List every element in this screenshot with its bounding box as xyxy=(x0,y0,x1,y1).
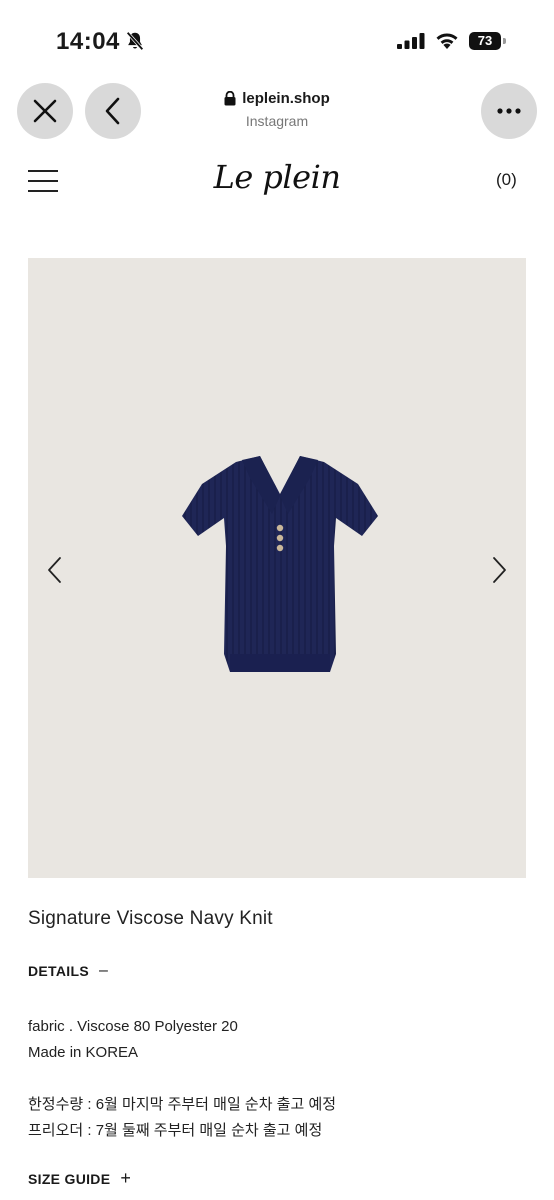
more-icon xyxy=(497,108,521,114)
signal-icon xyxy=(397,33,425,49)
chevron-right-icon[interactable] xyxy=(490,556,508,584)
url-source: Instagram xyxy=(245,113,309,129)
url-display[interactable]: leplein.shop Instagram xyxy=(190,90,364,129)
status-bar: 14:04 73 xyxy=(0,0,554,80)
close-button[interactable] xyxy=(17,83,73,139)
preorder-info: 프리오더 : 7월 둘째 주부터 매일 순차 출고 예정 xyxy=(28,1122,323,1139)
details-toggle[interactable]: – xyxy=(99,962,108,980)
product-image-carousel xyxy=(28,258,526,878)
lock-icon xyxy=(224,91,236,106)
fabric-info: fabric . Viscose 80 Polyester 20 xyxy=(28,1018,238,1035)
origin-info: Made in KOREA xyxy=(28,1044,139,1061)
size-guide-label[interactable]: SIZE GUIDE xyxy=(28,1171,110,1187)
back-button[interactable] xyxy=(85,83,141,139)
status-time: 14:04 xyxy=(56,28,120,55)
url-domain: leplein.shop xyxy=(242,90,330,107)
battery-icon: 73 xyxy=(469,32,507,50)
bell-slash-icon xyxy=(126,31,144,51)
site-header: Le plein (0) xyxy=(0,150,554,214)
more-button[interactable] xyxy=(481,83,537,139)
close-icon xyxy=(33,99,57,123)
cart-count[interactable]: (0) xyxy=(496,170,517,190)
product-title: Signature Viscose Navy Knit xyxy=(28,908,273,929)
site-logo[interactable]: Le plein xyxy=(210,158,344,196)
details-label[interactable]: DETAILS xyxy=(28,963,89,979)
size-guide-toggle[interactable]: + xyxy=(120,1168,131,1189)
limited-qty-info: 한정수량 : 6월 마지막 주부터 매일 순차 출고 예정 xyxy=(28,1096,337,1113)
product-photo xyxy=(182,456,378,672)
battery-level: 73 xyxy=(469,32,501,50)
chevron-left-icon[interactable] xyxy=(46,556,64,584)
menu-icon[interactable] xyxy=(28,170,58,192)
size-guide-accordion[interactable]: SIZE GUIDE + xyxy=(28,1168,131,1189)
product-details: fabric . Viscose 80 Polyester 20 Made in… xyxy=(28,1014,336,1144)
wifi-icon xyxy=(436,33,458,49)
browser-bar: leplein.shop Instagram xyxy=(0,80,554,146)
details-accordion[interactable]: DETAILS – xyxy=(28,962,108,980)
back-chevron-icon xyxy=(105,97,120,125)
